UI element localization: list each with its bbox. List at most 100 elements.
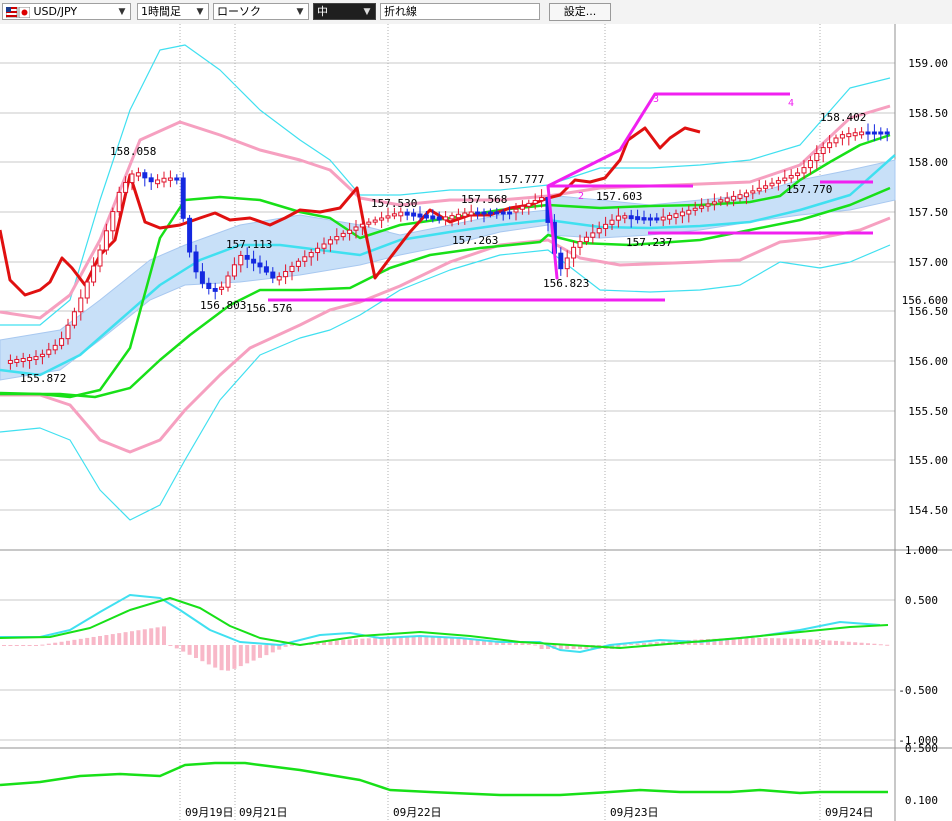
timeframe-select[interactable]: 1時間足 ▼ [137, 3, 209, 20]
candle-body [302, 256, 308, 262]
chart-style-select[interactable]: ローソク ▼ [213, 3, 309, 20]
macd-histogram-bar [834, 640, 838, 645]
candle-body [199, 271, 205, 284]
candle-body [110, 211, 116, 232]
candle-body [91, 265, 97, 283]
macd-histogram-bar [821, 640, 826, 645]
candle-body [193, 251, 199, 273]
size-select[interactable]: 中 ▼ [313, 3, 376, 20]
candle-body [673, 213, 679, 218]
candle-body [519, 205, 525, 210]
macd-histogram-bar [59, 641, 64, 645]
macd-histogram-bar [782, 638, 787, 645]
price-axis-tick: 157.00 [908, 256, 948, 269]
candle-body [615, 215, 621, 221]
line-type-field[interactable]: 折れ線 [380, 3, 540, 20]
macd-histogram-bar [859, 642, 864, 645]
price-label: 157.263 [452, 234, 498, 247]
macd-histogram-bar [130, 631, 134, 645]
macd-histogram-bar [226, 645, 230, 671]
macd-histogram-bar [238, 645, 243, 667]
macd-histogram-bar [258, 645, 262, 658]
adx-axis-tick: 0.500 [905, 742, 938, 755]
candle-body [807, 160, 813, 169]
macd-histogram-bar [526, 643, 531, 645]
price-axis-tick: 158.00 [908, 156, 948, 169]
date-label: 09月19日 [185, 806, 234, 819]
macd-histogram-bar [392, 637, 397, 645]
chevron-down-icon: ▼ [196, 7, 204, 17]
macd-histogram-bar [539, 645, 544, 649]
macd-histogram-bar [162, 626, 166, 645]
macd-histogram-bar [878, 644, 883, 646]
macd-histogram-bar [110, 634, 115, 645]
macd-histogram-bar [450, 637, 454, 645]
candle-body [219, 286, 225, 290]
symbol-select[interactable]: USD/JPY ▼ [2, 3, 131, 20]
macd-histogram-bar [757, 638, 762, 645]
price-label: 157.237 [626, 236, 672, 249]
macd-histogram-bar [827, 640, 832, 645]
candle-body [564, 257, 570, 270]
macd-histogram-bar [2, 645, 6, 646]
size-text: 中 [317, 5, 328, 18]
candle-body [654, 217, 660, 221]
macd-histogram-bar [430, 637, 435, 645]
candle-body [78, 297, 84, 313]
candle-body [827, 142, 833, 149]
macd-histogram-bar [789, 638, 794, 645]
macd-histogram-bar [750, 638, 755, 645]
candle-body [833, 137, 839, 144]
price-label: 157.568 [461, 193, 507, 206]
candle-body [795, 172, 801, 177]
candle-body [52, 344, 58, 351]
candle-body [244, 254, 250, 260]
candle-body [743, 192, 749, 198]
candle-body [788, 175, 794, 179]
candle-body [238, 254, 244, 266]
candle-body [263, 266, 269, 273]
candle-body [65, 324, 71, 340]
candle-body [603, 223, 609, 230]
macd-histogram-bar [802, 639, 806, 645]
candle-body [884, 131, 890, 135]
date-label: 09月21日 [239, 806, 288, 819]
macd-histogram-bar [872, 643, 877, 645]
price-label: 157.530 [371, 197, 417, 210]
macd-histogram-bar [866, 643, 870, 645]
candle-body [411, 212, 417, 217]
macd-histogram-bar [840, 641, 845, 645]
candle-body [494, 211, 500, 215]
chart-area[interactable]: 159.00158.50158.00157.50157.00156.600156… [0, 24, 952, 821]
macd-histogram-bar [398, 637, 403, 645]
candle-body [526, 202, 532, 207]
candle-body [180, 177, 186, 219]
adx-axis-tick: 0.100 [905, 794, 938, 807]
candle-body [155, 179, 161, 185]
candle-body [449, 215, 455, 220]
candle-body [174, 177, 180, 181]
candle-body [481, 211, 487, 215]
candle-body [391, 213, 397, 217]
candle-body [385, 215, 391, 219]
toolbar: USD/JPY ▼ 1時間足 ▼ ローソク ▼ 中 ▼ 折れ線 設定... [0, 0, 952, 24]
candle-body [596, 228, 602, 234]
candle-body [84, 281, 90, 299]
macd-histogram-bar [213, 645, 218, 668]
settings-button[interactable]: 設定... [549, 3, 611, 21]
candle-body [212, 288, 218, 292]
wave-label: 4 [788, 98, 794, 109]
macd-histogram-bar [360, 638, 365, 645]
candle-body [404, 211, 410, 216]
candle-body [737, 194, 743, 199]
macd-histogram-bar [53, 642, 58, 645]
macd-histogram-bar [200, 645, 205, 662]
macd-histogram-bar [219, 645, 224, 671]
candle-body [699, 205, 705, 209]
macd-histogram-bar [21, 645, 26, 646]
symbol-label: USD/JPY [6, 5, 77, 18]
candle-body [251, 258, 257, 264]
macd-histogram-bar [46, 643, 51, 645]
candle-body [167, 177, 173, 181]
macd-histogram-bar [437, 637, 442, 645]
